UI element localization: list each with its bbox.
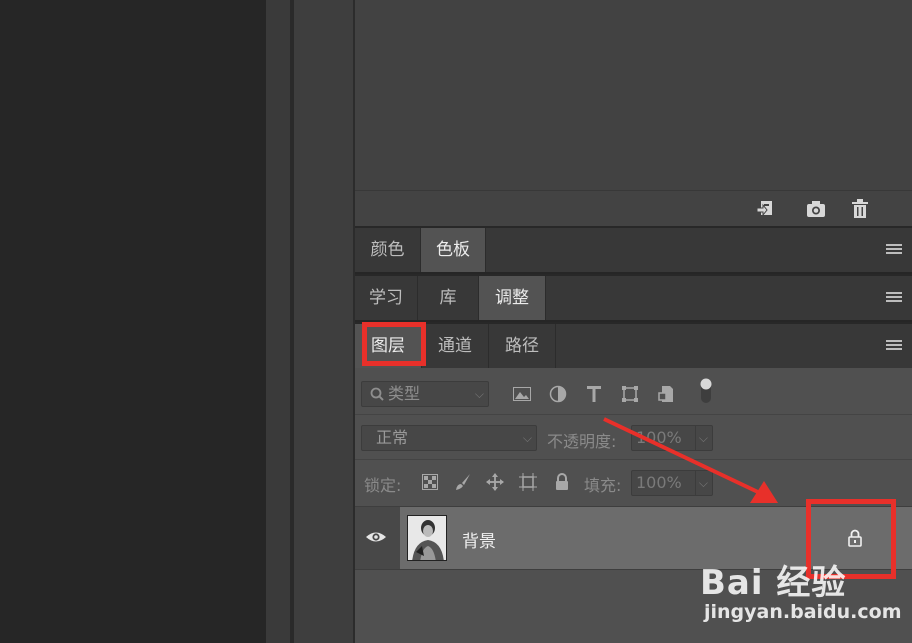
tab-libraries[interactable]: 库 [418, 276, 479, 320]
tab-color[interactable]: 颜色 [355, 228, 421, 272]
baidu-jingyan-watermark: Bai 经验 jingyan.baidu.com [700, 555, 902, 635]
canvas-area [0, 0, 266, 643]
adjustment-filter-icon[interactable] [547, 383, 569, 405]
chevron-down-icon: ⌵ [522, 431, 532, 445]
tab-swatches[interactable]: 色板 [421, 228, 486, 272]
smart-object-filter-icon[interactable] [655, 383, 677, 405]
trash-icon[interactable] [849, 198, 871, 220]
watermark-url: jingyan.baidu.com [704, 601, 902, 623]
tab-paths[interactable]: 路径 [489, 324, 556, 368]
eye-icon[interactable] [365, 528, 387, 550]
tab-channels[interactable]: 通道 [422, 324, 489, 368]
annotation-highlight-layers-tab [362, 322, 426, 366]
blend-mode-value: 正常 [376, 428, 409, 447]
annotation-arrow [603, 417, 778, 503]
tab-adjustments[interactable]: 调整 [479, 276, 546, 320]
toolbar-column [266, 0, 290, 643]
filter-kind-select[interactable]: 类型 ⌵ [361, 381, 489, 407]
lock-position-icon[interactable] [484, 471, 506, 493]
search-icon [370, 382, 384, 413]
lock-label: 锁定: [364, 476, 402, 495]
layers-panel-tabs: 图层 通道 路径 [355, 322, 912, 368]
layer-filter-row: 类型 ⌵ [355, 368, 912, 415]
panel-menu-icon[interactable] [886, 292, 902, 304]
camera-icon[interactable] [805, 198, 827, 220]
lock-all-icon[interactable] [551, 471, 573, 493]
history-panel [355, 0, 912, 190]
collapsed-panel-dock [294, 0, 353, 643]
filter-kind-label: 类型 [388, 384, 421, 403]
panel-menu-icon[interactable] [886, 340, 902, 352]
layer-name: 背景 [462, 532, 496, 552]
panel-menu-icon[interactable] [886, 244, 902, 256]
lock-artboard-icon[interactable] [517, 471, 539, 493]
history-footer [355, 190, 912, 227]
color-panel-tabs: 颜色 色板 [355, 226, 912, 272]
layer-thumbnail [407, 515, 447, 561]
shape-filter-icon[interactable] [619, 383, 641, 405]
lock-image-pixels-icon[interactable] [452, 471, 474, 493]
chevron-down-icon: ⌵ [474, 387, 484, 401]
new-snapshot-icon[interactable] [755, 198, 777, 220]
filter-toggle-icon[interactable] [695, 378, 717, 403]
blend-mode-select[interactable]: 正常 ⌵ [361, 425, 537, 451]
watermark-logo: Bai 经验 [700, 563, 847, 603]
lock-transparent-pixels-icon[interactable] [419, 471, 441, 493]
image-filter-icon[interactable] [511, 383, 533, 405]
type-filter-icon[interactable] [583, 383, 605, 405]
adjustments-panel-tabs: 学习 库 调整 [355, 274, 912, 320]
tab-learn[interactable]: 学习 [355, 276, 418, 320]
